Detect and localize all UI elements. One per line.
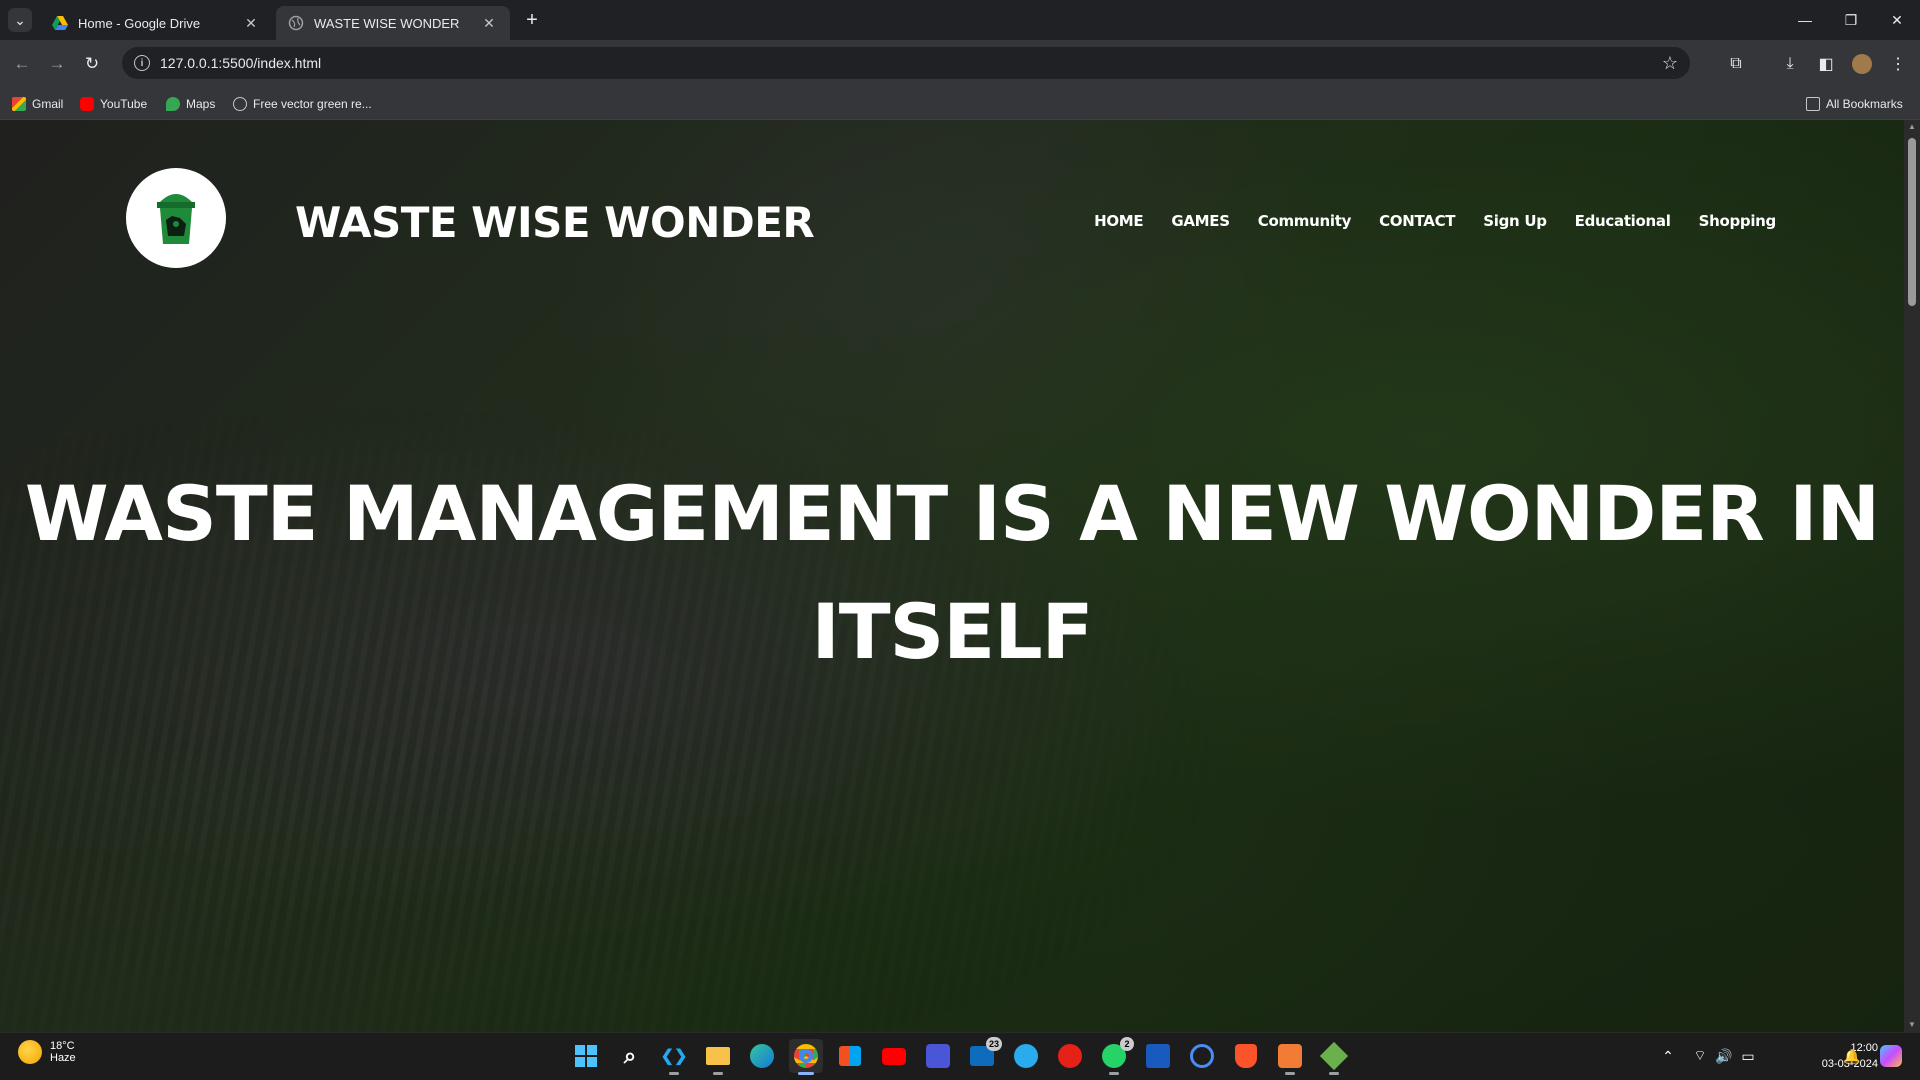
bookmark-maps[interactable]: Maps — [166, 92, 215, 116]
postman-app-icon[interactable] — [1273, 1039, 1307, 1075]
site-logo[interactable] — [126, 168, 226, 268]
sun-haze-icon — [18, 1040, 42, 1064]
brave-icon[interactable] — [1229, 1039, 1263, 1073]
notification-icon[interactable]: 🔔 — [1842, 1044, 1862, 1068]
word-icon[interactable] — [1141, 1039, 1175, 1073]
nav-home[interactable]: HOME — [1094, 212, 1144, 230]
bookmark-label: All Bookmarks — [1826, 97, 1903, 111]
taskbar — [0, 1032, 1920, 1080]
bookmark-gmail[interactable]: Gmail — [12, 92, 63, 116]
youtube-icon — [80, 97, 94, 111]
start-button[interactable] — [569, 1039, 603, 1073]
profile-avatar[interactable] — [1848, 50, 1876, 78]
bookmark-label: YouTube — [100, 97, 148, 111]
globe-icon — [233, 97, 247, 111]
scroll-down-icon[interactable]: ▼ — [1907, 1020, 1917, 1030]
menu-icon[interactable]: ⋮ — [1884, 50, 1912, 78]
reload-button[interactable]: ↻ — [78, 50, 106, 78]
hero-line-2: ITSELF — [811, 587, 1093, 676]
nav-community[interactable]: Community — [1258, 212, 1352, 230]
back-button[interactable]: ← — [8, 50, 36, 78]
hero-line-1: WASTE MANAGEMENT IS A NEW WONDER IN — [24, 469, 1880, 558]
copilot-icon[interactable] — [1878, 1044, 1904, 1068]
volume-icon[interactable]: 🔊 — [1714, 1044, 1734, 1068]
minimize-button[interactable]: — — [1782, 0, 1828, 40]
tab-title: Home - Google Drive — [78, 15, 201, 31]
git-app-icon[interactable] — [1317, 1039, 1351, 1075]
outlook-icon[interactable]: 23 — [965, 1037, 1002, 1073]
weather-desc: Haze — [50, 1052, 76, 1064]
tab-search-button[interactable]: ⌄ — [8, 8, 32, 32]
bookmark-label: Maps — [186, 97, 216, 111]
google-drive-icon — [52, 16, 68, 30]
scroll-up-icon[interactable]: ▲ — [1907, 122, 1917, 132]
trash-bin-icon — [157, 194, 195, 244]
editor-app-icon[interactable] — [921, 1039, 955, 1073]
youtube-app-icon[interactable] — [877, 1039, 911, 1073]
gmail-icon — [12, 97, 26, 111]
chrome-icon[interactable] — [789, 1039, 823, 1075]
main-nav: HOME GAMES Community CONTACT Sign Up Edu… — [1094, 212, 1776, 230]
scrollbar-thumb[interactable] — [1908, 138, 1916, 306]
outlook-badge: 23 — [985, 1037, 1002, 1051]
weather-widget[interactable]: 18°C Haze — [18, 1040, 76, 1064]
bookmark-label: Free vector green re... — [253, 97, 372, 111]
wifi-icon[interactable]: ⌔ — [1690, 1044, 1710, 1068]
page-scrollbar[interactable]: ▲ ▼ — [1904, 120, 1920, 1032]
site-info-icon[interactable]: i — [134, 55, 150, 71]
address-bar[interactable]: i 127.0.0.1:5500/index.html ☆ — [122, 47, 1690, 79]
music-player-icon[interactable] — [1053, 1039, 1087, 1073]
site-header: WASTE WISE WONDER HOME GAMES Community C… — [0, 120, 1904, 280]
tab-close-icon[interactable]: ✕ — [242, 15, 260, 32]
vscode-icon[interactable]: ❮❯ — [657, 1039, 691, 1075]
extensions-icon[interactable]: ⧉ — [1722, 50, 1750, 78]
store-icon[interactable] — [833, 1039, 867, 1073]
tab-strip: ⌄ Home - Google Drive ✕ WASTE WISE WONDE… — [0, 0, 1920, 40]
tab-google-drive[interactable]: Home - Google Drive ✕ — [40, 6, 272, 40]
tab-waste-wise-wonder[interactable]: WASTE WISE WONDER ✕ — [276, 6, 510, 40]
close-window-button[interactable]: ✕ — [1874, 0, 1920, 40]
side-panel-icon[interactable]: ◧ — [1812, 50, 1840, 78]
whatsapp-icon[interactable]: 2 — [1097, 1037, 1134, 1075]
edge-icon[interactable] — [745, 1039, 779, 1073]
download-icon[interactable]: ⤓ — [1776, 50, 1804, 78]
tray-overflow-icon[interactable]: ⌃ — [1658, 1044, 1678, 1068]
bookmark-star-icon[interactable]: ☆ — [1662, 53, 1678, 74]
bookmark-label: Gmail — [32, 97, 64, 111]
sync-app-icon[interactable] — [1185, 1039, 1219, 1073]
restore-button[interactable]: ❐ — [1828, 0, 1874, 40]
nav-educational[interactable]: Educational — [1575, 212, 1671, 230]
all-bookmarks[interactable]: All Bookmarks — [1806, 92, 1903, 116]
folder-icon — [1806, 97, 1820, 111]
weather-temp: 18°C — [50, 1040, 75, 1052]
bookmark-youtube[interactable]: YouTube — [80, 92, 147, 116]
maps-icon — [166, 97, 180, 111]
globe-icon — [288, 15, 304, 31]
file-explorer-icon[interactable] — [701, 1039, 735, 1075]
nav-sign-up[interactable]: Sign Up — [1483, 212, 1547, 230]
site-title: WASTE WISE WONDER — [295, 198, 815, 247]
page-viewport: WASTE WISE WONDER HOME GAMES Community C… — [0, 120, 1904, 1032]
search-icon[interactable]: ⌕ — [613, 1039, 647, 1073]
tab-close-icon[interactable]: ✕ — [480, 15, 498, 32]
windows-icon — [575, 1045, 597, 1067]
nav-shopping[interactable]: Shopping — [1699, 212, 1777, 230]
new-tab-button[interactable]: + — [520, 8, 544, 32]
hero-heading: WASTE MANAGEMENT IS A NEW WONDER IN ITSE… — [0, 455, 1904, 691]
nav-games[interactable]: GAMES — [1171, 212, 1230, 230]
tab-title: WASTE WISE WONDER — [314, 15, 460, 31]
nav-contact[interactable]: CONTACT — [1379, 212, 1455, 230]
bookmark-free-vector[interactable]: Free vector green re... — [233, 92, 372, 116]
forward-button[interactable]: → — [43, 50, 71, 78]
telegram-icon[interactable] — [1009, 1039, 1043, 1073]
whatsapp-badge: 2 — [1120, 1037, 1134, 1051]
url-text: 127.0.0.1:5500/index.html — [160, 55, 322, 71]
battery-icon[interactable]: ▭ — [1738, 1044, 1758, 1068]
